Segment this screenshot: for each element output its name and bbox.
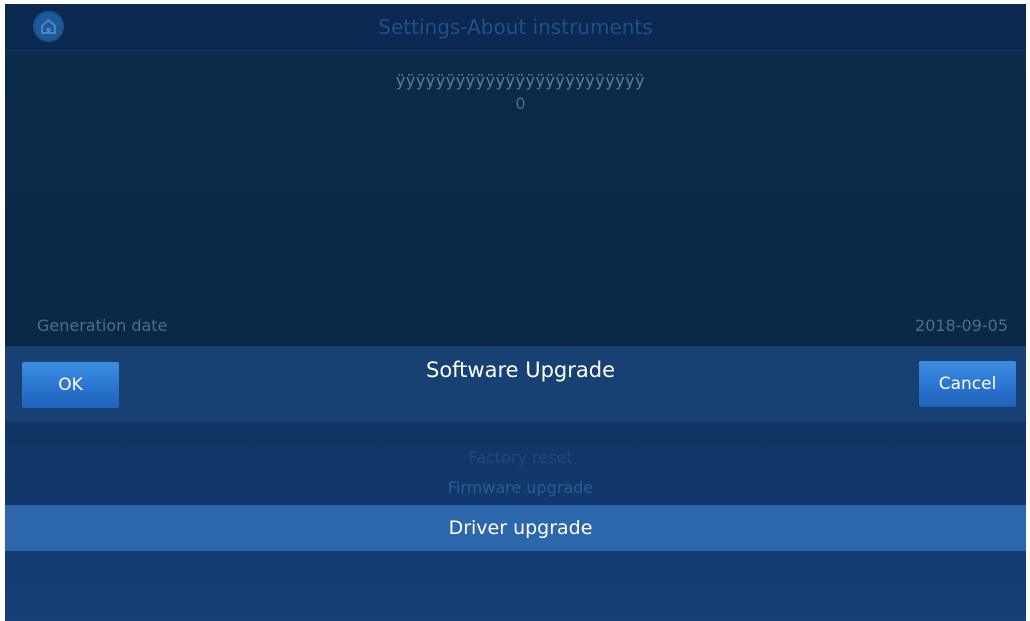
device-name: ÿÿÿÿÿÿÿÿÿÿÿÿÿÿÿÿÿÿÿÿÿÿÿÿÿ [395,71,646,90]
device-screen: Settings-About instruments ÿÿÿÿÿÿÿÿÿÿÿÿÿ… [5,4,1026,621]
upgrade-option-picker[interactable]: Factory reset Firmware upgrade Driver up… [5,422,1026,621]
option-factory-reset[interactable]: Factory reset [5,448,1026,467]
title-bar: Settings-About instruments [5,4,1026,51]
dialog-title: Software Upgrade [425,358,616,382]
option-driver-upgrade[interactable]: Driver upgrade [5,505,1026,551]
generation-date-value: 2018-09-05 [915,316,1008,335]
page-title: Settings-About instruments [378,15,653,39]
generation-date-label: Generation date [37,316,168,335]
device-value: 0 [515,94,526,113]
option-firmware-upgrade[interactable]: Firmware upgrade [5,478,1026,497]
cancel-button[interactable]: Cancel [919,361,1016,407]
upgrade-dialog-header: OK Software Upgrade Cancel [5,346,1026,422]
selected-option-label: Driver upgrade [448,517,593,539]
